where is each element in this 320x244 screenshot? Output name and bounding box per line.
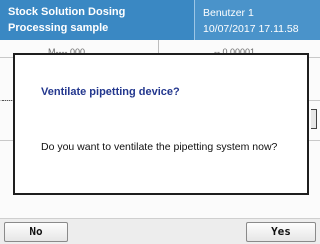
background-dotted-line: [2, 100, 12, 103]
method-info-panel: Stock Solution Dosing Processing sample: [0, 0, 194, 40]
process-status: Processing sample: [8, 22, 109, 34]
yes-button[interactable]: Yes: [246, 222, 316, 242]
dialog-message: Do you want to ventilate the pipetting s…: [41, 141, 278, 153]
no-button[interactable]: No: [4, 222, 68, 242]
user-name: Benutzer 1: [203, 7, 254, 19]
device-screen: Stock Solution Dosing Processing sample …: [0, 0, 320, 244]
header-bar: Stock Solution Dosing Processing sample …: [0, 0, 320, 40]
user-info-panel: Benutzer 1 10/07/2017 17.11.58: [194, 0, 320, 40]
background-scroll-handle: [311, 109, 317, 129]
dialog-title: Ventilate pipetting device?: [41, 86, 180, 98]
datetime: 10/07/2017 17.11.58: [203, 23, 299, 35]
confirm-dialog: Ventilate pipetting device? Do you want …: [13, 53, 309, 195]
softkey-bar: No Yes: [0, 218, 320, 244]
method-title: Stock Solution Dosing: [8, 6, 126, 18]
